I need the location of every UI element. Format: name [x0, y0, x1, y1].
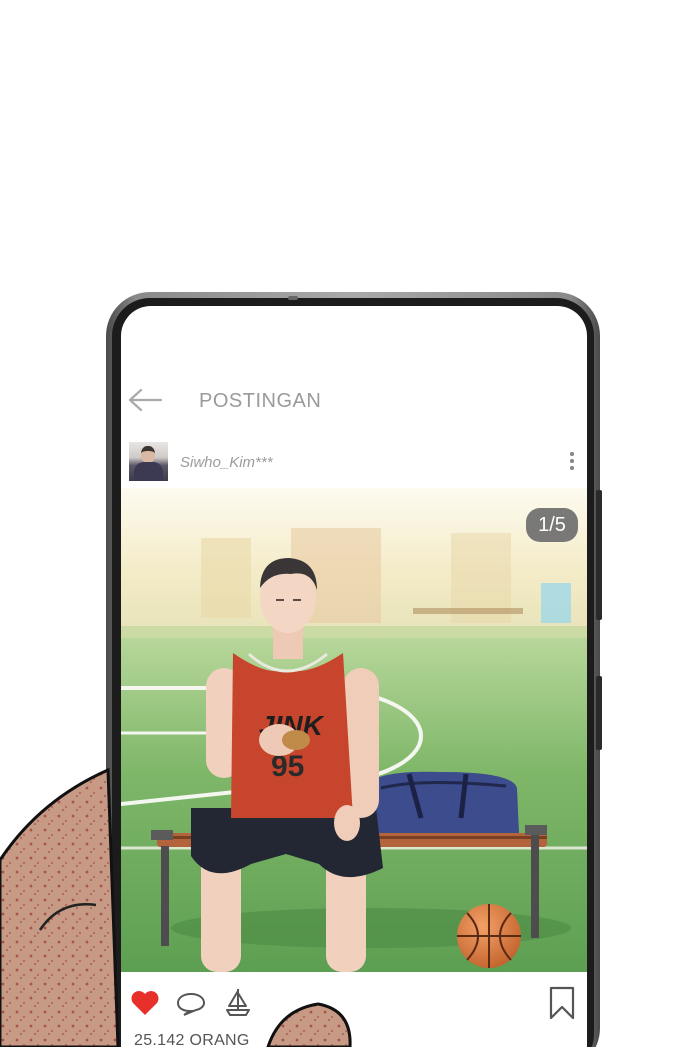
- phone-side-button-lower: [596, 676, 602, 750]
- post-username[interactable]: Siwho_Kim***: [180, 454, 273, 471]
- likes-count: 25.142 ORANG: [134, 1032, 250, 1047]
- post-action-bar: [121, 972, 587, 1032]
- post-user-bar: Siwho_Kim***: [121, 438, 587, 484]
- avatar[interactable]: [129, 442, 168, 481]
- sailboat-icon[interactable]: [224, 987, 252, 1017]
- phone-screen: POSTINGAN Siwho_Kim*** JINK 95 1/5 25.14…: [121, 306, 587, 1047]
- post-header: POSTINGAN: [121, 384, 587, 418]
- comment-bubble-icon[interactable]: [176, 992, 206, 1016]
- bookmark-icon[interactable]: [549, 986, 575, 1020]
- page-title: POSTINGAN: [199, 390, 322, 412]
- arrow-left-icon[interactable]: [127, 386, 163, 414]
- post-image[interactable]: JINK 95 1/5: [121, 488, 587, 972]
- image-counter-badge: 1/5: [526, 508, 578, 542]
- phone-side-button: [596, 490, 602, 620]
- vertical-dots-icon[interactable]: [569, 452, 575, 472]
- heart-icon[interactable]: [130, 990, 160, 1016]
- phone-speaker: [288, 296, 298, 300]
